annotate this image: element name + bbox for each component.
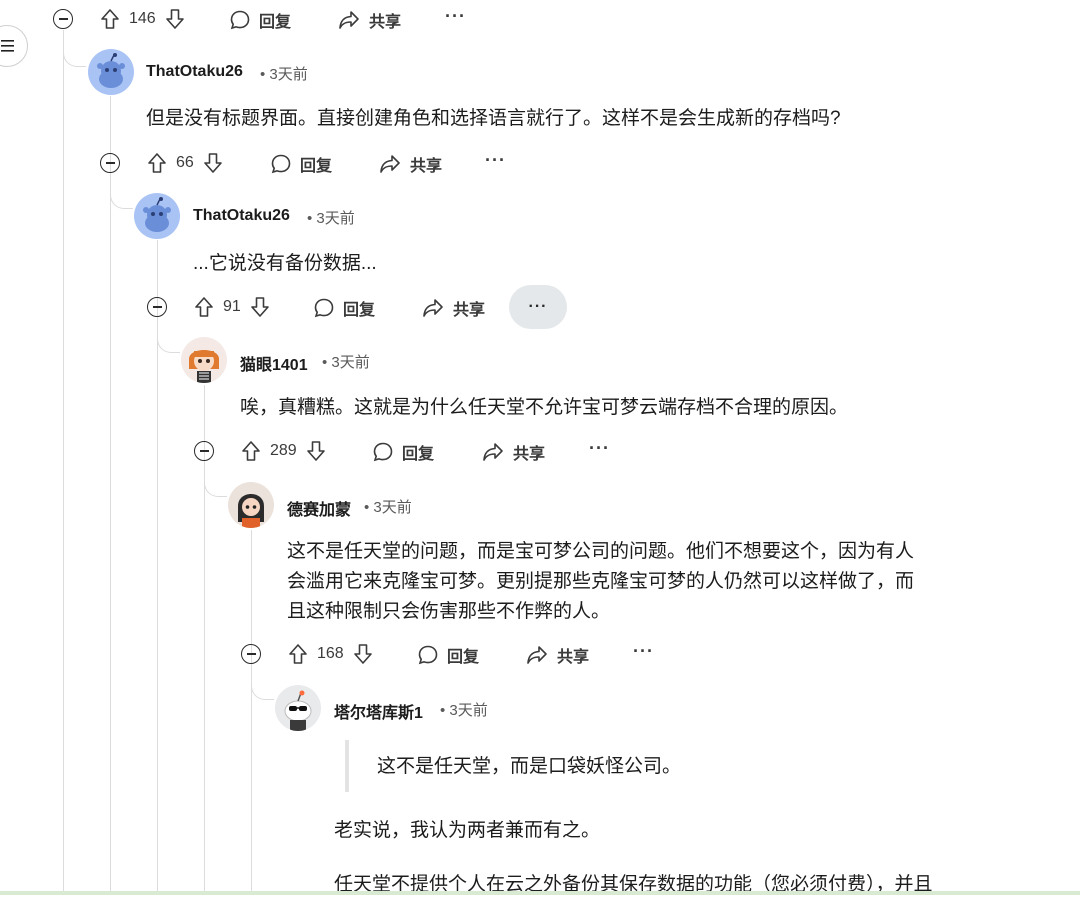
more-options-button[interactable]: ··· (485, 150, 506, 171)
username[interactable]: ThatOtaku26 (146, 63, 243, 81)
avatar[interactable] (134, 193, 180, 239)
avatar[interactable] (88, 49, 134, 95)
collapse-thread-button[interactable] (241, 644, 261, 664)
comment-icon (418, 645, 438, 665)
share-icon (527, 646, 547, 664)
vote-count: 289 (270, 442, 297, 459)
vote-count: 91 (223, 298, 241, 315)
thread-connector (251, 665, 274, 700)
more-options-button[interactable]: ··· (445, 6, 466, 27)
share-button[interactable]: 共享 (525, 643, 589, 667)
share-icon (423, 299, 443, 317)
downvote-icon[interactable] (202, 152, 224, 174)
snoo-sunglasses-avatar-icon (275, 685, 321, 731)
comment-text: 任天堂不提供个人在云之外备份其保存数据的功能（您必须付费），并且 (334, 874, 933, 895)
comment-icon (314, 298, 334, 318)
comment-icon (271, 154, 291, 174)
avatar[interactable] (181, 337, 227, 383)
reply-button[interactable]: 回复 (313, 296, 375, 320)
thread-connector (110, 174, 133, 209)
comment-line: 且这种限制只会伤害那些不作弊的人。 (287, 601, 611, 622)
reply-button[interactable]: 回复 (372, 440, 434, 464)
vote-controls: 66 (146, 152, 224, 174)
upvote-icon[interactable] (287, 643, 309, 665)
comment-text: ...它说没有备份数据... (193, 253, 377, 274)
vote-controls: 91 (193, 296, 271, 318)
comment-text: 这不是任天堂的问题，而是宝可梦公司的问题。他们不想要这个，因为有人 会滥用它来克… (287, 537, 914, 627)
timestamp: • 3天前 (322, 354, 370, 371)
collapse-thread-button[interactable] (100, 153, 120, 173)
anime-avatar-icon (181, 337, 227, 383)
avatar[interactable] (275, 685, 321, 731)
share-icon (380, 155, 400, 173)
upvote-icon[interactable] (240, 440, 262, 462)
username[interactable]: 猫眼1401 (240, 351, 308, 375)
username[interactable]: 德赛加蒙 (287, 496, 351, 520)
timestamp: • 3天前 (440, 702, 488, 719)
thread-line (251, 530, 252, 895)
avatar[interactable] (228, 482, 274, 528)
vote-controls: 146 (99, 8, 186, 30)
hamburger-icon (1, 40, 14, 52)
bottom-border (0, 891, 1080, 895)
share-button[interactable]: 共享 (337, 8, 401, 32)
timestamp: • 3天前 (260, 66, 308, 83)
vote-count: 66 (176, 154, 194, 171)
thread-connector (63, 48, 86, 67)
share-icon (483, 443, 503, 461)
collapse-thread-button[interactable] (147, 297, 167, 317)
share-button[interactable]: 共享 (481, 440, 545, 464)
comment-line: 这不是任天堂的问题，而是宝可梦公司的问题。他们不想要这个，因为有人 (287, 541, 915, 562)
more-options-button[interactable]: ··· (589, 438, 610, 459)
thread-connector (157, 318, 180, 353)
comment-text: 老实说，我认为两者兼而有之。 (334, 820, 601, 841)
reply-button[interactable]: 回复 (417, 643, 479, 667)
sidebar-menu-button[interactable] (0, 25, 28, 67)
vote-count: 146 (129, 10, 156, 27)
more-options-button[interactable]: ··· (633, 641, 654, 662)
downvote-icon[interactable] (352, 643, 374, 665)
username[interactable]: 塔尔塔库斯1 (334, 699, 423, 723)
thread-connector (204, 462, 227, 497)
vote-controls: 168 (287, 643, 374, 665)
thread-line (110, 96, 111, 895)
downvote-icon[interactable] (164, 8, 186, 30)
share-button[interactable]: 共享 (378, 152, 442, 176)
reply-button[interactable]: 回复 (229, 8, 291, 32)
share-button[interactable]: 共享 (421, 296, 485, 320)
upvote-icon[interactable] (99, 8, 121, 30)
collapse-thread-button[interactable] (194, 441, 214, 461)
collapse-thread-button[interactable] (53, 9, 73, 29)
comment-text: 但是没有标题界面。直接创建角色和选择语言就行了。这样不是会生成新的存档吗? (146, 108, 841, 129)
reply-button[interactable]: 回复 (270, 152, 332, 176)
timestamp: • 3天前 (307, 210, 355, 227)
comment-line: 会滥用它来克隆宝可梦。更别提那些克隆宝可梦的人仍然可以这样做了，而 (287, 571, 915, 592)
downvote-icon[interactable] (305, 440, 327, 462)
anime-avatar-icon (228, 482, 274, 528)
comment-icon (373, 442, 393, 462)
vote-count: 168 (317, 645, 344, 662)
comment-text: 唉，真糟糕。这就是为什么任天堂不允许宝可梦云端存档不合理的原因。 (240, 397, 849, 418)
upvote-icon[interactable] (146, 152, 168, 174)
more-options-button[interactable]: ··· (509, 285, 567, 329)
snoo-avatar-icon (143, 197, 171, 232)
upvote-icon[interactable] (193, 296, 215, 318)
blockquote-bar (345, 740, 349, 792)
comment-icon (230, 10, 250, 30)
snoo-avatar-icon (97, 53, 125, 88)
username[interactable]: ThatOtaku26 (193, 207, 290, 225)
blockquote-text: 这不是任天堂，而是口袋妖怪公司。 (377, 756, 682, 777)
timestamp: • 3天前 (364, 499, 412, 516)
share-icon (339, 11, 359, 29)
thread-line (63, 30, 64, 895)
downvote-icon[interactable] (249, 296, 271, 318)
vote-controls: 289 (240, 440, 327, 462)
